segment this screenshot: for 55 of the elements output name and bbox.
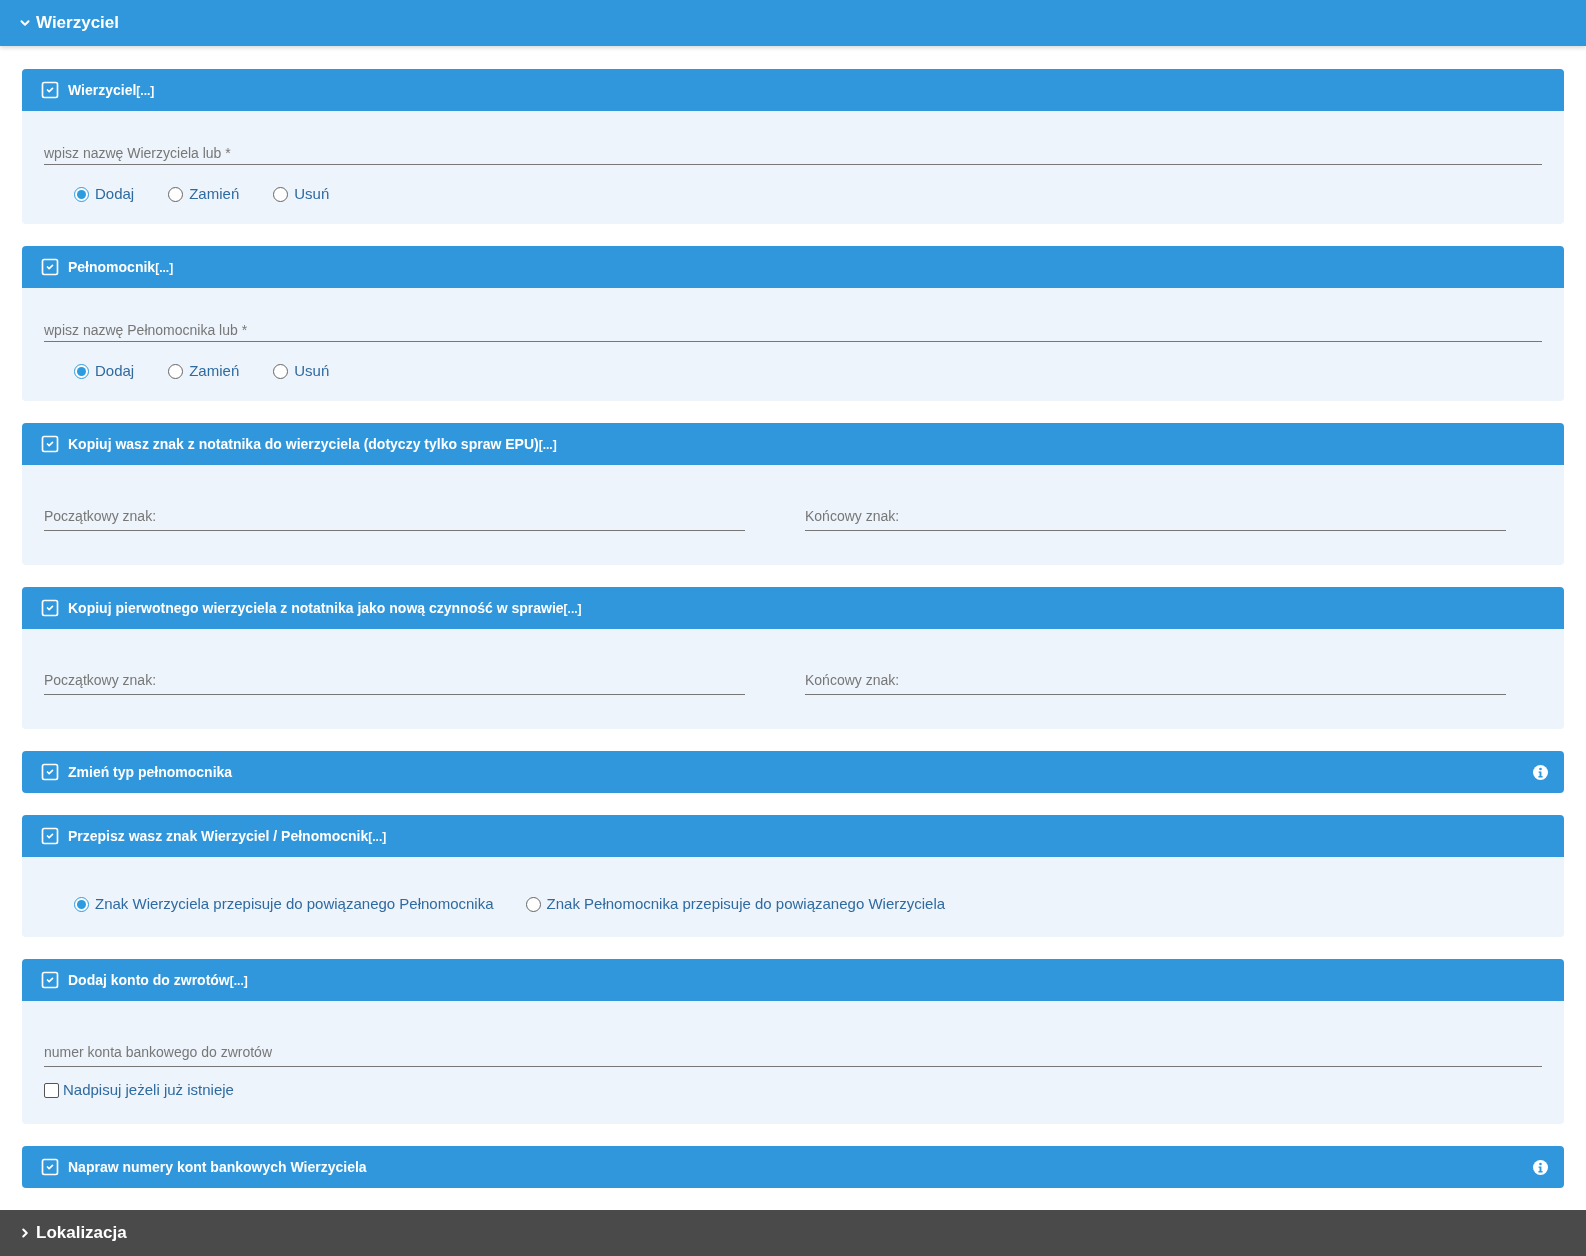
card-title: Kopiuj pierwotnego wierzyciela z notatnika jako nową czynność w sprawie[...] <box>68 598 582 618</box>
checkbox-label: Nadpisuj jeżeli już istnieje <box>63 1080 234 1100</box>
card-title: Napraw numery kont bankowych Wierzyciela <box>68 1157 367 1177</box>
card-header[interactable]: Wierzyciel[...] <box>22 69 1564 111</box>
radio-option[interactable]: Dodaj <box>74 360 135 383</box>
radio-option[interactable]: Zamień <box>168 360 240 383</box>
radio-option[interactable]: Znak Wierzyciela przepisuje do powiązanego Pełnomocnika <box>74 893 494 916</box>
card-title: Kopiuj wasz znak z notatnika do wierzyciela (dotyczy tylko spraw EPU)[...] <box>68 434 557 454</box>
radio-button[interactable] <box>74 363 89 379</box>
card-title: Wierzyciel[...] <box>68 80 155 100</box>
checked-checkbox-icon[interactable] <box>40 970 60 990</box>
radio-button[interactable] <box>273 363 289 379</box>
section-title: Lokalizacja <box>36 1222 127 1245</box>
info-icon[interactable] <box>1533 1159 1548 1175</box>
card-title: Przepisz wasz znak Wierzyciel / Pełnomocnik[...] <box>68 826 387 846</box>
checked-checkbox-icon[interactable] <box>40 598 60 618</box>
card-title: Dodaj konto do zwrotów[...] <box>68 970 248 990</box>
radio-button[interactable] <box>74 186 89 202</box>
section-title: Wierzyciel <box>36 12 119 35</box>
text-field[interactable]: wpisz nazwę Wierzyciela lub * <box>44 141 1542 165</box>
checked-checkbox-icon[interactable] <box>40 826 60 846</box>
radio-button[interactable] <box>525 896 541 912</box>
card-title: Zmień typ pełnomocnika <box>68 762 233 782</box>
info-icon[interactable] <box>1533 764 1548 780</box>
text-field[interactable]: Końcowy znak: <box>805 665 1506 695</box>
radio-option[interactable]: Znak Pełnomocnika przepisuje do powiązanego Wierzyciela <box>525 893 946 916</box>
card-header[interactable]: Napraw numery kont bankowych Wierzyciela <box>22 1146 1564 1188</box>
radio-option[interactable]: Dodaj <box>74 183 135 206</box>
radio-button[interactable] <box>168 363 184 379</box>
card-header[interactable]: Kopiuj pierwotnego wierzyciela z notatnika jako nową czynność w sprawie[...] <box>22 587 1564 629</box>
checked-checkbox-icon[interactable] <box>40 762 60 782</box>
checked-checkbox-icon[interactable] <box>40 1157 60 1177</box>
card-header[interactable]: Pełnomocnik[...] <box>22 246 1564 288</box>
radio-button[interactable] <box>168 186 184 202</box>
checked-checkbox-icon[interactable] <box>40 80 60 100</box>
checked-checkbox-icon[interactable] <box>40 434 60 454</box>
radio-option[interactable]: Usuń <box>273 360 330 383</box>
text-field[interactable]: Końcowy znak: <box>805 501 1506 531</box>
checked-checkbox-icon[interactable] <box>40 257 60 277</box>
text-field[interactable]: wpisz nazwę Pełnomocnika lub * <box>44 318 1542 342</box>
card-header[interactable]: Zmień typ pełnomocnika <box>22 751 1564 793</box>
radio-option[interactable]: Zamień <box>168 183 240 206</box>
card-header[interactable]: Przepisz wasz znak Wierzyciel / Pełnomocnik[...] <box>22 815 1564 857</box>
text-field[interactable]: Początkowy znak: <box>44 665 745 695</box>
text-field[interactable]: numer konta bankowego do zwrotów <box>44 1037 1542 1067</box>
card-header[interactable]: Dodaj konto do zwrotów[...] <box>22 959 1564 1001</box>
radio-option[interactable]: Usuń <box>273 183 330 206</box>
card-header[interactable]: Kopiuj wasz znak z notatnika do wierzyciela (dotyczy tylko spraw EPU)[...] <box>22 423 1564 465</box>
text-field[interactable]: Początkowy znak: <box>44 501 745 531</box>
section-header[interactable]: Lokalizacja <box>0 1210 1586 1256</box>
card-title: Pełnomocnik[...] <box>68 257 174 277</box>
radio-button[interactable] <box>273 186 289 202</box>
checkbox[interactable] <box>44 1082 59 1098</box>
section-header[interactable]: Wierzyciel <box>0 0 1586 46</box>
radio-button[interactable] <box>74 896 89 912</box>
